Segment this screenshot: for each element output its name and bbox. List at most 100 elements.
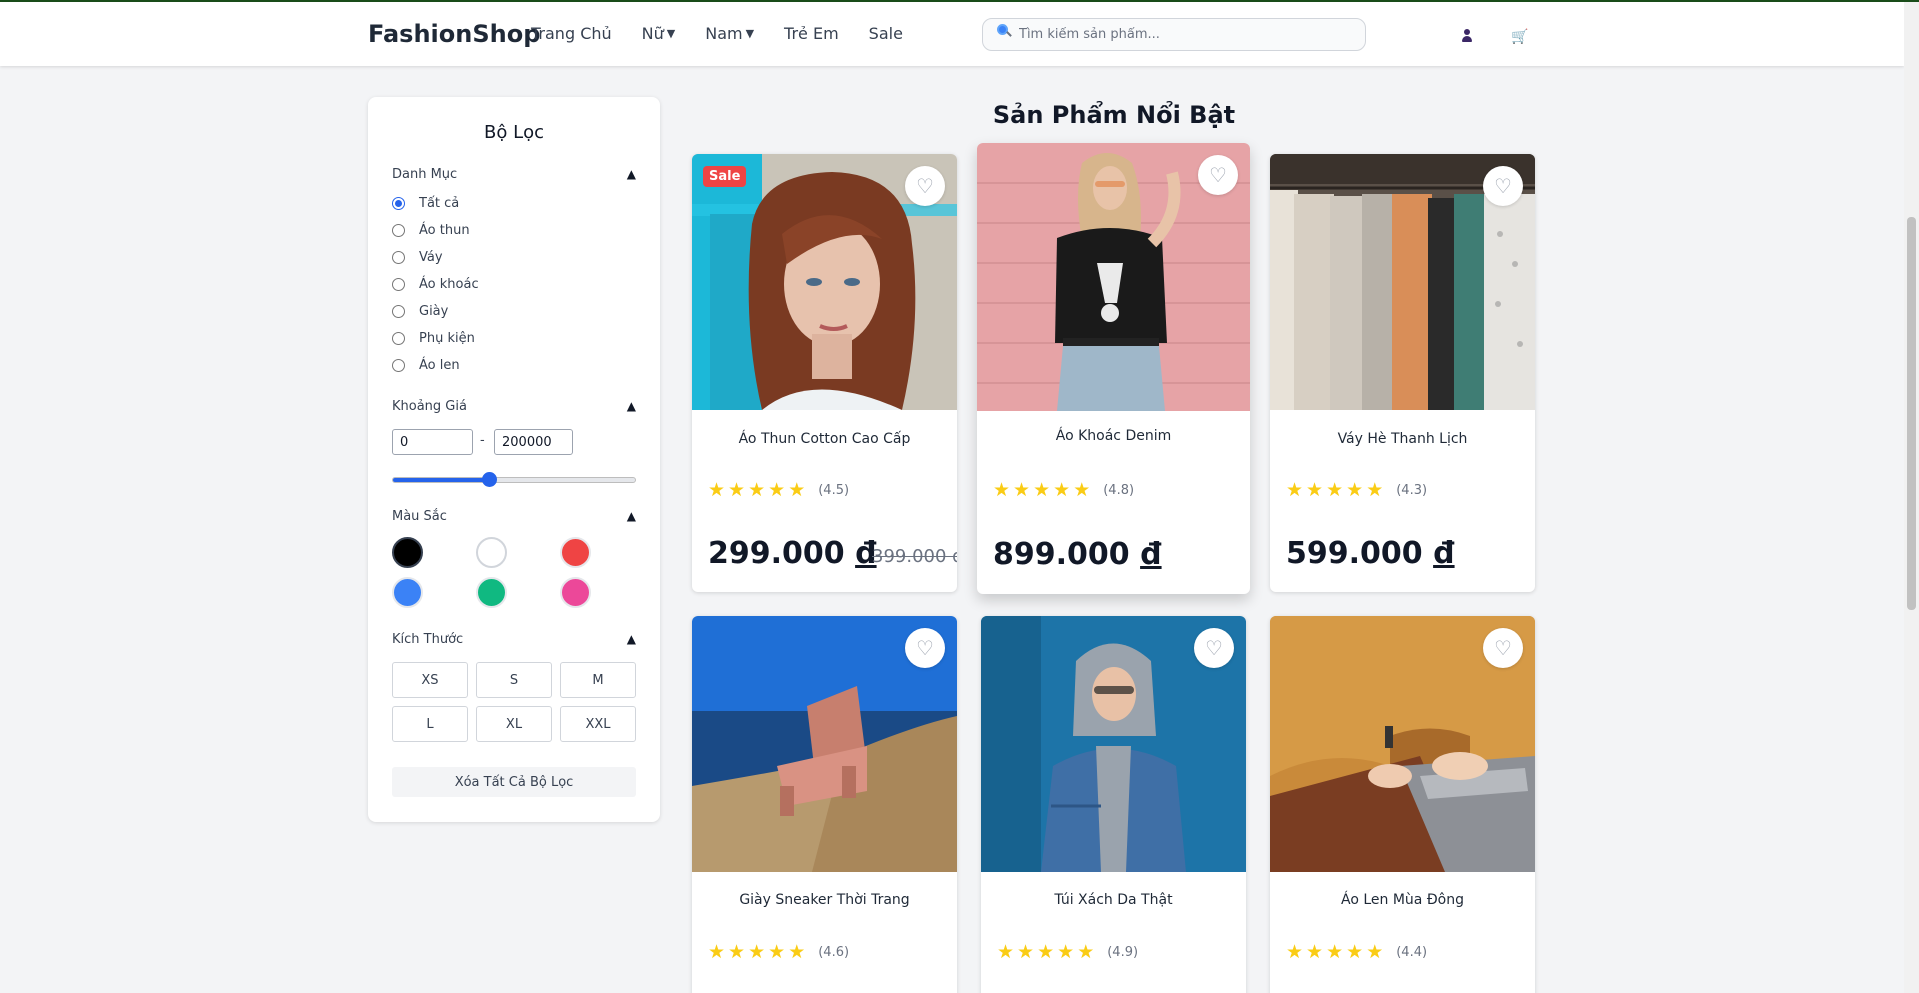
rating-value: (4.6) xyxy=(818,945,850,960)
star-icon: ★ xyxy=(1346,479,1364,501)
size-button-m[interactable]: M xyxy=(560,662,636,698)
product-name[interactable]: Giày Sneaker Thời Trang xyxy=(692,892,957,908)
nav-item-women[interactable]: Nữ ▼ xyxy=(642,24,676,43)
product-card[interactable]: ♡ Giày Sneaker Thời Trang ★ ★ ★ ★ ★ (4.6) xyxy=(692,616,957,993)
size-button-xl[interactable]: XL xyxy=(476,706,552,742)
star-icon: ★ xyxy=(728,941,746,963)
search-input[interactable] xyxy=(1019,27,1339,42)
clear-filters-button[interactable]: Xóa Tất Cả Bộ Lọc xyxy=(392,767,636,797)
nav-label: Nam xyxy=(705,24,743,43)
heart-icon[interactable]: ♡ xyxy=(905,166,945,206)
color-swatch-black[interactable] xyxy=(392,537,423,568)
color-swatch-blue[interactable] xyxy=(392,577,423,608)
price-slider-handle[interactable] xyxy=(482,472,498,487)
nav-item-sale[interactable]: Sale xyxy=(869,24,903,43)
scrollbar-thumb[interactable] xyxy=(1907,217,1916,610)
heart-icon[interactable]: ♡ xyxy=(905,628,945,668)
star-icon: ★ xyxy=(1053,479,1071,501)
nav-label: Trẻ Em xyxy=(784,24,839,43)
price-max-input[interactable] xyxy=(494,429,573,455)
category-option-dress[interactable]: Váy xyxy=(392,250,443,265)
option-label: Áo khoác xyxy=(419,277,479,292)
size-button-xxl[interactable]: XXL xyxy=(560,706,636,742)
cart-icon[interactable]: 🛒 xyxy=(1511,29,1528,45)
category-option-shoes[interactable]: Giày xyxy=(392,304,448,319)
search-box[interactable] xyxy=(982,18,1366,51)
product-name[interactable]: Áo Khoác Denim xyxy=(977,428,1250,444)
color-section-header[interactable]: Màu Sắc ▲ xyxy=(392,509,636,524)
size-button-xs[interactable]: XS xyxy=(392,662,468,698)
price-slider-fill xyxy=(393,478,491,482)
heart-icon[interactable]: ♡ xyxy=(1194,628,1234,668)
radio-button[interactable] xyxy=(392,359,405,372)
star-icon: ★ xyxy=(768,479,786,501)
star-icon: ★ xyxy=(708,479,726,501)
price-section-header[interactable]: Khoảng Giá ▲ xyxy=(392,399,636,414)
radio-button[interactable] xyxy=(392,332,405,345)
product-name[interactable]: Túi Xách Da Thật xyxy=(981,892,1246,908)
product-name[interactable]: Áo Len Mùa Đông xyxy=(1270,892,1535,908)
size-button-l[interactable]: L xyxy=(392,706,468,742)
price-min-input[interactable] xyxy=(392,429,473,455)
color-swatch-white[interactable] xyxy=(476,537,507,568)
nav-item-kids[interactable]: Trẻ Em xyxy=(784,24,839,43)
option-label: Áo thun xyxy=(419,223,470,238)
radio-button[interactable] xyxy=(392,197,405,210)
radio-button[interactable] xyxy=(392,224,405,237)
size-section-header[interactable]: Kích Thước ▲ xyxy=(392,632,636,647)
price-slider-track[interactable] xyxy=(392,477,636,483)
star-icon: ★ xyxy=(1326,941,1344,963)
nav-label: Trang Chủ xyxy=(531,24,612,43)
rating-value: (4.8) xyxy=(1103,483,1135,498)
nav-item-home[interactable]: Trang Chủ xyxy=(531,24,612,43)
product-price: 899.000 đ xyxy=(993,537,1162,572)
category-option-jacket[interactable]: Áo khoác xyxy=(392,277,479,292)
page-scrollbar[interactable] xyxy=(1904,2,1919,993)
color-swatch-green[interactable] xyxy=(476,577,507,608)
star-icon: ★ xyxy=(708,941,726,963)
category-option-sweater[interactable]: Áo len xyxy=(392,358,460,373)
collapse-up-icon[interactable]: ▲ xyxy=(627,509,636,524)
color-swatch-red[interactable] xyxy=(560,537,591,568)
price-currency: đ xyxy=(1433,536,1455,571)
product-card[interactable]: ♡ Áo Len Mùa Đông ★ ★ ★ ★ ★ (4.4) xyxy=(1270,616,1535,993)
star-icon: ★ xyxy=(788,479,806,501)
radio-button[interactable] xyxy=(392,278,405,291)
collapse-up-icon[interactable]: ▲ xyxy=(627,167,636,182)
option-label: Áo len xyxy=(419,358,460,373)
collapse-up-icon[interactable]: ▲ xyxy=(627,399,636,414)
category-section-header[interactable]: Danh Mục ▲ xyxy=(392,167,636,182)
heart-icon[interactable]: ♡ xyxy=(1483,628,1523,668)
price-amount: 299.000 xyxy=(708,536,845,571)
collapse-up-icon[interactable]: ▲ xyxy=(627,632,636,647)
heart-icon[interactable]: ♡ xyxy=(1198,155,1238,195)
chevron-down-icon: ▼ xyxy=(666,27,676,40)
color-swatch-pink[interactable] xyxy=(560,577,591,608)
product-name[interactable]: Váy Hè Thanh Lịch xyxy=(1270,431,1535,447)
rating-value: (4.5) xyxy=(818,483,850,498)
user-icon[interactable] xyxy=(1460,29,1474,43)
radio-button[interactable] xyxy=(392,251,405,264)
product-card[interactable]: ♡ Váy Hè Thanh Lịch ★ ★ ★ ★ ★ (4.3) 599.000 … xyxy=(1270,154,1535,592)
product-card[interactable]: Sale ♡ Áo Thun Cotton Cao Cấp ★ ★ ★ ★ ★ (4.5… xyxy=(692,154,957,592)
star-icon: ★ xyxy=(1366,479,1384,501)
option-label: Phụ kiện xyxy=(419,331,475,346)
section-title: Sản Phẩm Nổi Bật xyxy=(992,101,1236,129)
size-button-s[interactable]: S xyxy=(476,662,552,698)
category-option-tshirt[interactable]: Áo thun xyxy=(392,223,470,238)
product-card[interactable]: ♡ Áo Khoác Denim ★ ★ ★ ★ ★ (4.8) 899.000 đ xyxy=(977,143,1250,594)
product-card[interactable]: ♡ Túi Xách Da Thật ★ ★ ★ ★ ★ (4.9) xyxy=(981,616,1246,993)
heart-icon[interactable]: ♡ xyxy=(1483,166,1523,206)
star-icon: ★ xyxy=(1033,479,1051,501)
radio-button[interactable] xyxy=(392,305,405,318)
rating-value: (4.9) xyxy=(1107,945,1139,960)
product-name[interactable]: Áo Thun Cotton Cao Cấp xyxy=(692,431,957,447)
category-option-accessories[interactable]: Phụ kiện xyxy=(392,331,475,346)
rating-stars: ★ ★ ★ ★ ★ (4.3) xyxy=(1286,481,1427,500)
category-option-all[interactable]: Tất cả xyxy=(392,196,459,211)
star-icon: ★ xyxy=(993,479,1011,501)
main-nav: Trang Chủ Nữ ▼ Nam ▼ Trẻ Em Sale xyxy=(531,24,933,43)
site-logo[interactable]: FashionShop xyxy=(368,20,540,48)
star-icon: ★ xyxy=(1306,941,1324,963)
nav-item-men[interactable]: Nam ▼ xyxy=(705,24,754,43)
